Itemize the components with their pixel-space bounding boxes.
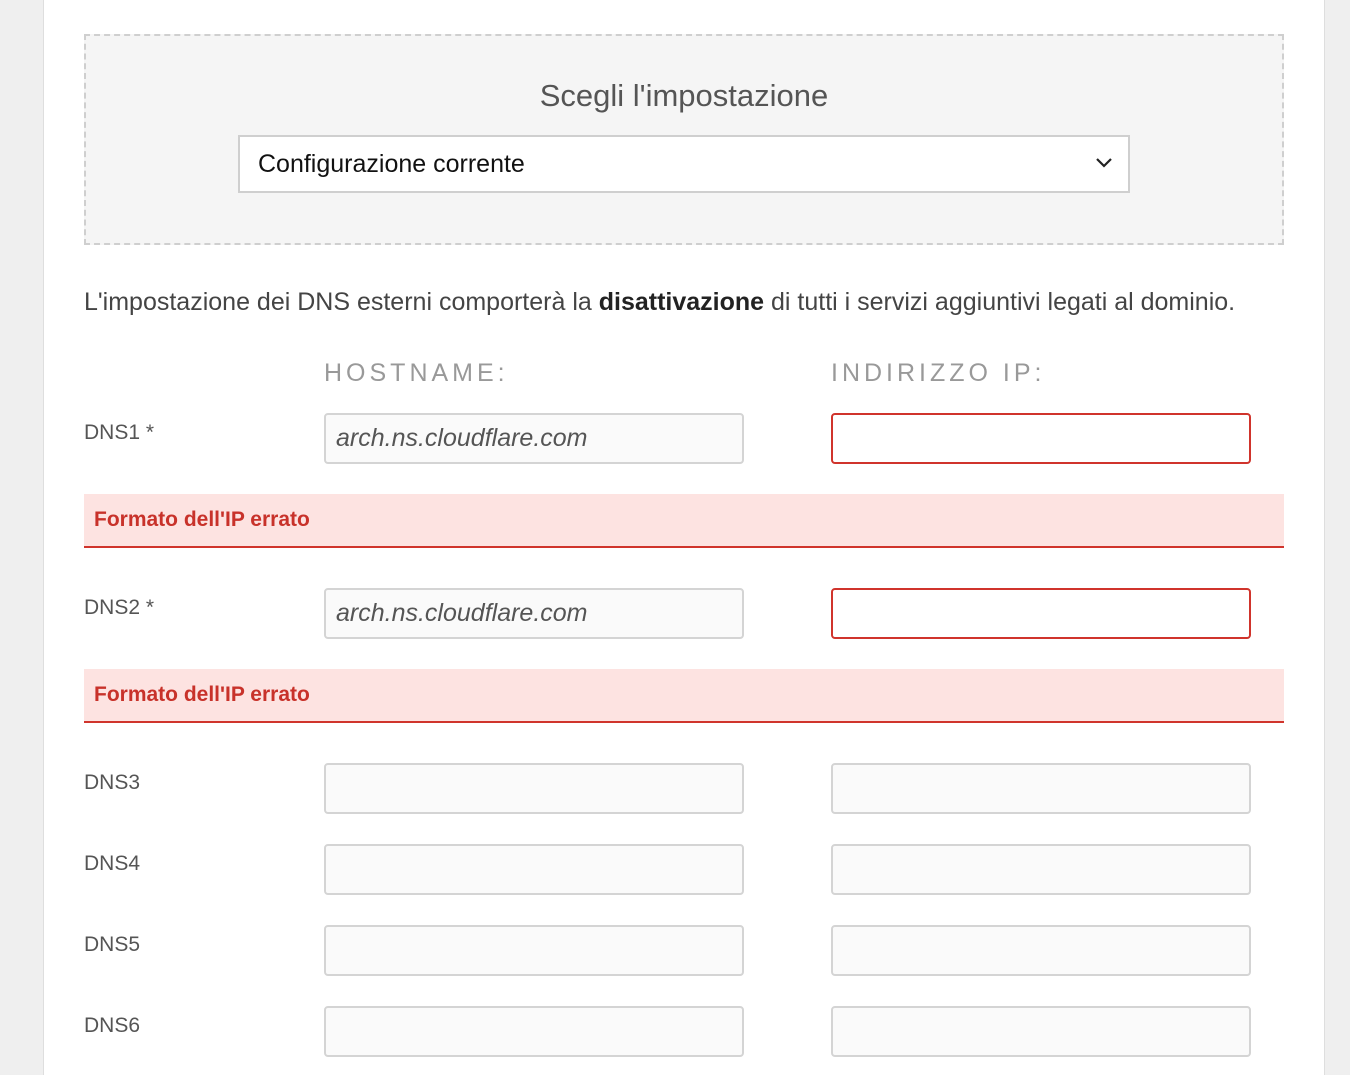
dns2-hostname-input[interactable]: [324, 588, 744, 639]
chevron-down-icon: [1096, 158, 1112, 168]
ip-column-header: INDIRIZZO IP:: [831, 359, 1046, 387]
dns3-ip-input[interactable]: [831, 763, 1251, 814]
dns2-error-banner: Formato dell'IP errato: [84, 669, 1284, 723]
dns5-label: DNS5: [84, 933, 141, 956]
chooser-title: Scegli l'impostazione: [539, 78, 829, 113]
dns4-ip-input[interactable]: [831, 844, 1251, 895]
dns2-label: DNS2 *: [84, 596, 155, 619]
setting-select-value: Configurazione corrente: [258, 150, 525, 178]
dns2-error-message: Formato dell'IP errato: [94, 683, 310, 706]
dns2-ip-input[interactable]: [831, 588, 1251, 639]
dns6-label: DNS6: [84, 1014, 141, 1037]
dns5-ip-input[interactable]: [831, 925, 1251, 976]
notice-text-before: L'impostazione dei DNS esterni comporter…: [84, 288, 599, 316]
dns3-label: DNS3: [84, 771, 141, 794]
notice-text-bold: disattivazione: [598, 288, 765, 316]
dns1-error-banner: Formato dell'IP errato: [84, 494, 1284, 548]
dns1-hostname-input[interactable]: [324, 413, 744, 464]
dns6-ip-input[interactable]: [831, 1006, 1251, 1057]
dns5-hostname-input[interactable]: [324, 925, 744, 976]
dns3-hostname-input[interactable]: [324, 763, 744, 814]
hostname-column-header: HOSTNAME:: [324, 359, 509, 387]
dns-warning-notice: L'impostazione dei DNS esterni comporter…: [84, 288, 1235, 317]
dns1-error-message: Formato dell'IP errato: [94, 508, 310, 531]
dns6-hostname-input[interactable]: [324, 1006, 744, 1057]
dns4-hostname-input[interactable]: [324, 844, 744, 895]
dns1-label: DNS1 *: [84, 421, 155, 444]
dns1-ip-input[interactable]: [831, 413, 1251, 464]
dns4-label: DNS4: [84, 852, 141, 875]
setting-chooser-panel: Scegli l'impostazione Configurazione cor…: [84, 34, 1284, 245]
setting-select[interactable]: Configurazione corrente: [238, 135, 1130, 193]
notice-text-after: di tutti i servizi aggiuntivi legati al …: [764, 288, 1236, 316]
